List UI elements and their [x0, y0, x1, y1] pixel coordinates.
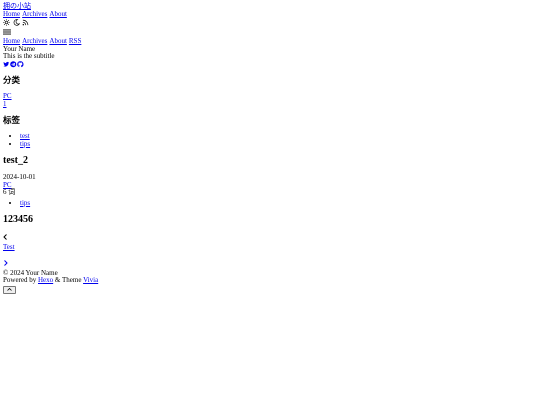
list-item: tips	[20, 199, 537, 208]
hexo-link[interactable]: Hexo	[38, 276, 53, 284]
post-date: 2024-10-01	[3, 173, 36, 181]
post-tag-tips-link[interactable]: tips	[20, 199, 30, 207]
top-nav: Home Archives About	[3, 10, 537, 19]
tags-section: 标签 test tips	[3, 116, 537, 148]
site-subtitle: This is the subtitle	[3, 52, 55, 60]
post-pager: Test	[3, 233, 537, 267]
post-body-heading: 123456	[3, 214, 33, 225]
github-icon[interactable]	[17, 61, 24, 68]
author-name: Your Name	[3, 44, 36, 53]
telegram-icon[interactable]	[10, 61, 17, 68]
chevron-right-icon[interactable]	[3, 259, 537, 267]
site-title-link[interactable]: 拥の小站	[3, 2, 31, 10]
nav-home-link[interactable]: Home	[3, 10, 20, 18]
category-pc-count[interactable]: 1	[3, 100, 7, 108]
chevron-up-icon	[7, 286, 12, 294]
back-to-top-button[interactable]	[3, 285, 16, 294]
sun-icon[interactable]	[3, 19, 10, 26]
menu-toggle-button[interactable]	[3, 29, 537, 38]
mobile-nav-about-link[interactable]: About	[49, 37, 67, 45]
post-article: test_2 2024-10-01 PC 6 词 tips 123456	[3, 155, 537, 225]
chevron-left-icon[interactable]	[3, 233, 537, 241]
footer-powered: Powered by Hexo & Theme Vivia	[3, 276, 537, 285]
mobile-nav-home-link[interactable]: Home	[3, 37, 20, 45]
powered-by-text: Powered by	[3, 276, 37, 284]
tag-list: test tips	[3, 132, 537, 149]
mobile-nav-archives-link[interactable]: Archives	[22, 37, 47, 45]
social-links	[3, 61, 537, 69]
list-item: tips	[20, 140, 537, 149]
mobile-nav-rss-link[interactable]: RSS	[69, 37, 81, 45]
list-item: test	[20, 132, 537, 141]
moon-icon[interactable]	[13, 19, 20, 26]
theme-link[interactable]: Vivia	[83, 276, 98, 284]
mobile-nav: Home Archives About RSS	[3, 37, 537, 46]
categories-section: 分类 PC 1	[3, 76, 537, 108]
nav-archives-link[interactable]: Archives	[22, 10, 47, 18]
nav-about-link[interactable]: About	[49, 10, 67, 18]
post-word-count: 6 词	[3, 188, 16, 196]
twitter-icon[interactable]	[3, 61, 10, 68]
site-header: 拥の小站 Home Archives About Home Archives About…	[3, 2, 537, 69]
theme-text: & Theme	[54, 276, 82, 284]
categories-heading: 分类	[3, 75, 21, 85]
pager-test-link[interactable]: Test	[3, 243, 15, 251]
rss-icon[interactable]	[22, 19, 29, 26]
site-footer: © 2024 Your Name Powered by Hexo & Theme…	[3, 269, 537, 294]
header-icon-row	[3, 18, 537, 27]
tags-heading: 标签	[3, 115, 21, 125]
tag-tips-link[interactable]: tips	[20, 140, 30, 148]
post-tag-list: tips	[3, 199, 537, 208]
post-title: test_2	[3, 155, 28, 166]
